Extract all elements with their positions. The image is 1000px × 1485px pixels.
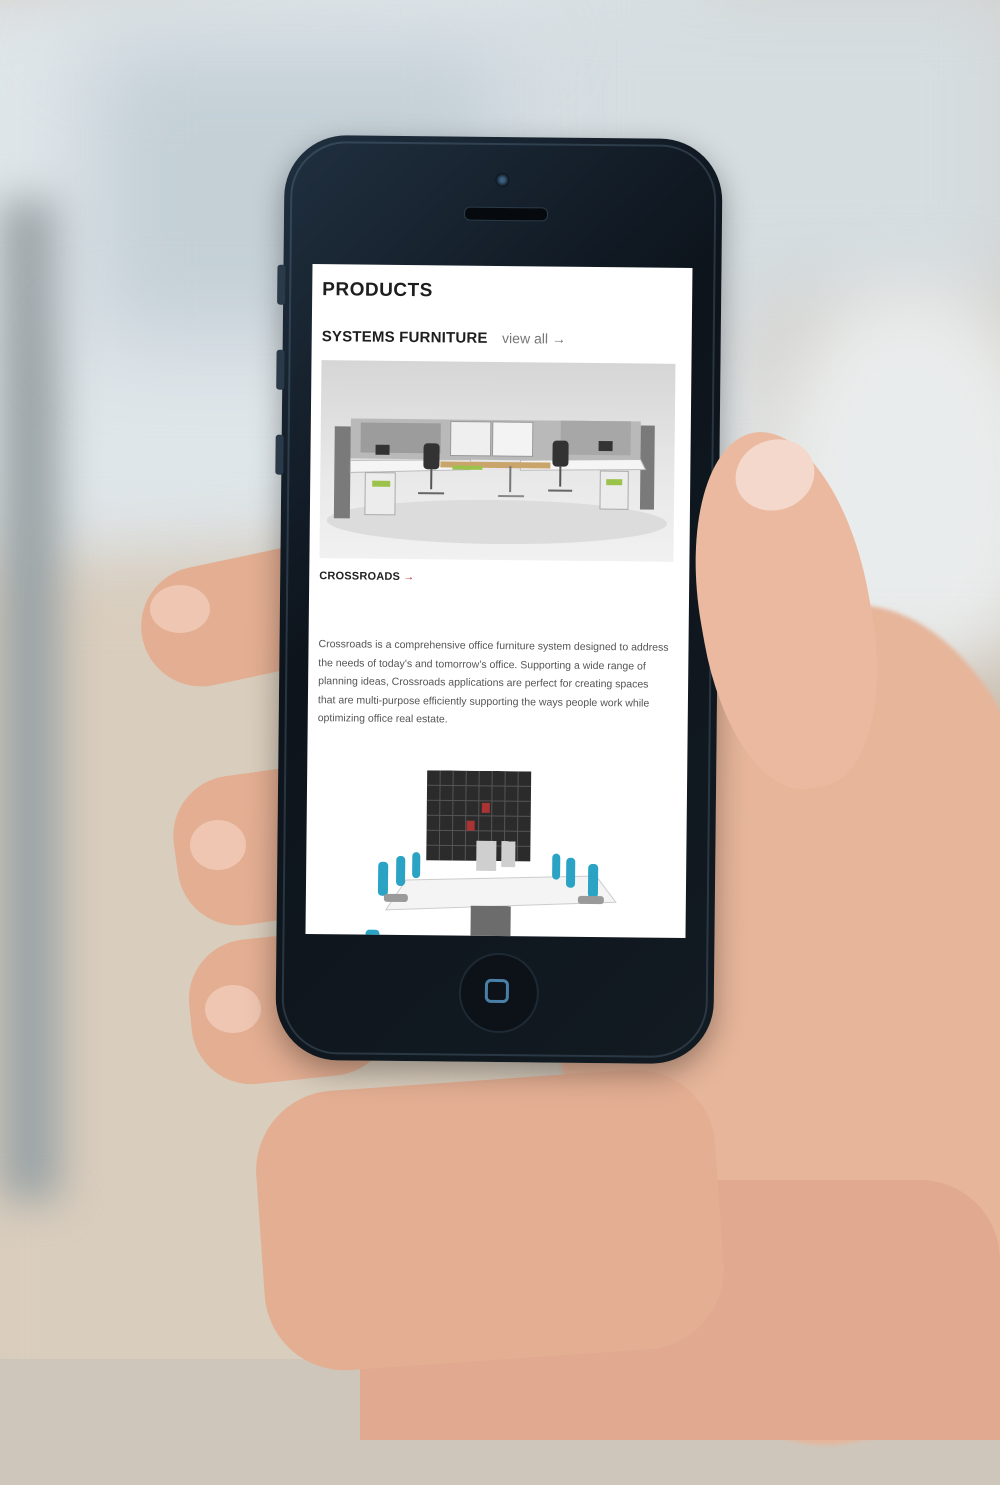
product-name: CROSSROADS xyxy=(319,570,400,583)
page-title: PRODUCTS xyxy=(322,279,433,302)
phone-screen: PRODUCTS SYSTEMS FURNITURE view all → xyxy=(305,264,692,938)
view-all-label: view all xyxy=(502,330,548,346)
earpiece-speaker xyxy=(464,207,548,222)
product-image-bench[interactable] xyxy=(365,770,637,938)
section-title: SYSTEMS FURNITURE xyxy=(322,328,488,347)
front-camera xyxy=(495,173,509,187)
arrow-right-icon: → xyxy=(403,571,414,583)
volume-switch xyxy=(277,265,285,305)
volume-down-button xyxy=(275,435,283,475)
product-link-crossroads[interactable]: CROSSROADS → xyxy=(319,570,414,583)
volume-up-button xyxy=(276,350,284,390)
product-image-crossroads[interactable] xyxy=(319,360,675,562)
section-header: SYSTEMS FURNITURE view all → xyxy=(322,328,566,349)
home-square-icon xyxy=(485,979,509,1003)
home-button[interactable] xyxy=(458,953,539,1034)
view-all-link[interactable]: view all → xyxy=(502,330,566,347)
product-description: Crossroads is a comprehensive office fur… xyxy=(318,635,669,731)
smartphone: PRODUCTS SYSTEMS FURNITURE view all → xyxy=(275,135,723,1065)
arrow-right-icon: → xyxy=(552,331,566,347)
